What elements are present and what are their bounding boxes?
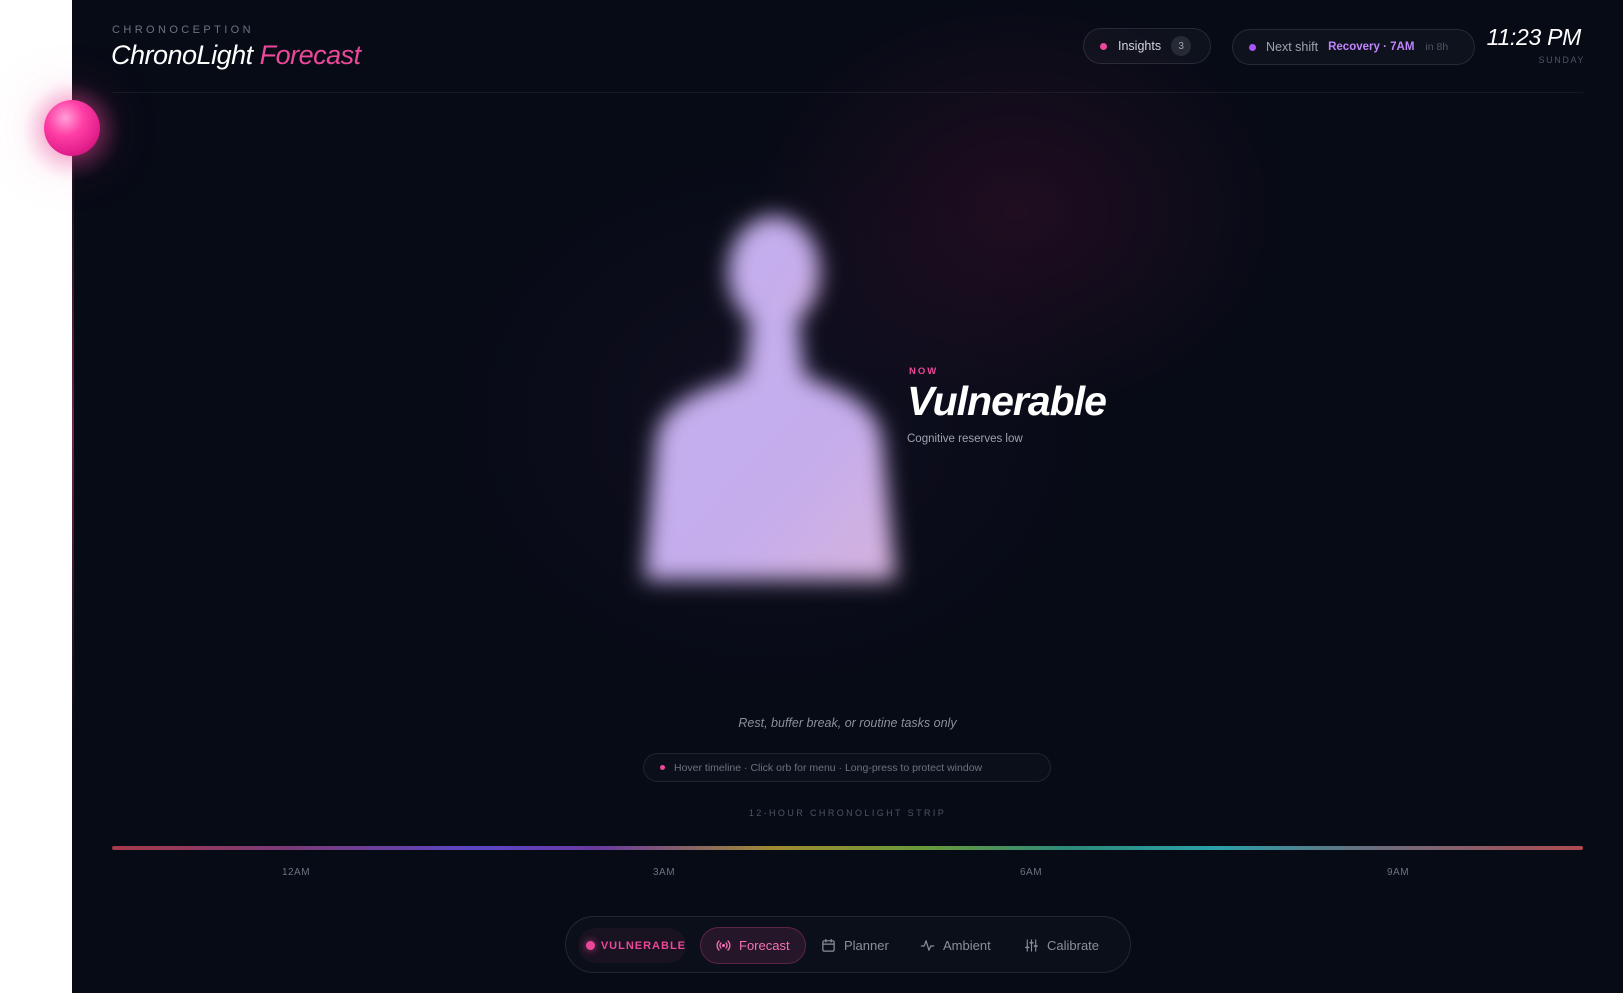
broadcast-icon (716, 940, 731, 951)
person-silhouette-icon (644, 216, 896, 580)
timeline-tick: 6AM (1019, 867, 1043, 878)
app-window: CHRONOCEPTION ChronoLight Forecast Insig… (72, 0, 1623, 993)
title-main: ChronoLight (111, 40, 253, 70)
bottom-nav: VULNERABLE Forecast Planner Ambient Cali… (565, 916, 1131, 973)
state-title: Vulnerable (907, 378, 1107, 424)
chronolight-timeline[interactable] (112, 846, 1583, 850)
nav-label: Calibrate (1047, 938, 1100, 953)
activity-icon (920, 940, 935, 951)
timeline-tick: 9AM (1386, 867, 1410, 878)
nav-calibrate[interactable]: Calibrate (1009, 927, 1114, 964)
recommendation-text: Rest, buffer break, or routine tasks onl… (738, 716, 957, 730)
next-shift-label: Next shift (1266, 40, 1319, 54)
nav-forecast[interactable]: Forecast (700, 927, 806, 964)
insights-button[interactable]: Insights 3 (1083, 28, 1211, 64)
next-shift-pill[interactable]: Next shift Recovery · 7AM in 8h (1232, 29, 1475, 65)
hint-pill: Hover timeline · Click orb for menu · Lo… (643, 753, 1051, 782)
nav-label: Ambient (943, 938, 991, 953)
state-subtitle: Cognitive reserves low (907, 433, 1023, 445)
timeline-label: 12-HOUR CHRONOLIGHT STRIP (748, 808, 947, 818)
next-shift-value: Recovery · 7AM (1328, 41, 1415, 53)
timeline-tick: 12AM (281, 867, 311, 878)
status-dot-icon (586, 941, 595, 950)
nav-label: Planner (844, 938, 889, 953)
now-label: NOW (909, 366, 939, 377)
title-accent: Forecast (259, 40, 362, 70)
insights-label: Insights (1118, 39, 1162, 53)
edge-glow (72, 120, 74, 740)
orb-menu-button[interactable] (44, 100, 100, 156)
status-badge: VULNERABLE (578, 928, 686, 963)
brand-eyebrow: CHRONOCEPTION (112, 24, 254, 36)
calendar-icon (822, 938, 835, 952)
status-label: VULNERABLE (600, 939, 686, 952)
page-title: ChronoLight Forecast (111, 40, 361, 71)
header-divider (112, 92, 1583, 93)
hint-dot-icon (660, 765, 665, 770)
timeline-tick: 3AM (652, 867, 676, 878)
insights-dot-icon (1100, 42, 1107, 50)
clock-time: 11:23 PM (1486, 24, 1582, 50)
clock-day: SUNDAY (1538, 55, 1585, 65)
next-shift-eta: in 8h (1425, 41, 1449, 53)
nav-label: Forecast (739, 938, 790, 953)
shift-dot-icon (1249, 43, 1256, 51)
hint-text: Hover timeline · Click orb for menu · Lo… (674, 761, 983, 774)
nav-ambient[interactable]: Ambient (905, 927, 1006, 964)
nav-planner[interactable]: Planner (806, 927, 904, 964)
sliders-icon (1025, 939, 1038, 952)
insights-count-badge: 3 (1171, 36, 1192, 56)
